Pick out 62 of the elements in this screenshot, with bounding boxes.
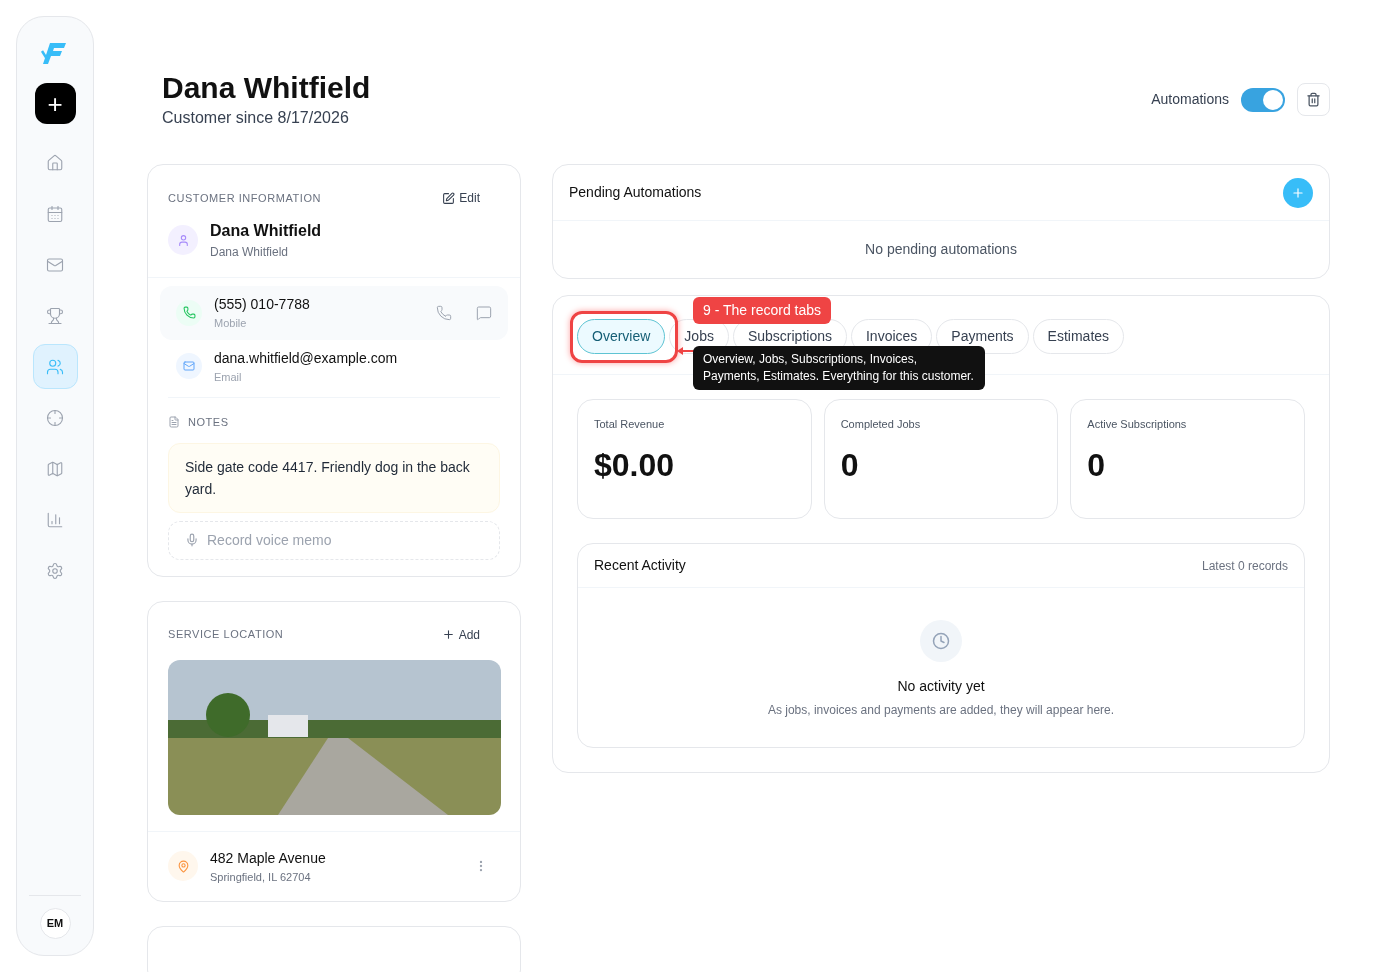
stat-value: 0 [840,445,860,485]
mail-icon [176,353,202,380]
tooltip: Overview, Jobs, Subscriptions, Invoices, Payments, Estimates. Everything for this customer. [693,346,985,390]
microphone-icon [185,533,199,547]
stat-label: Completed Jobs [840,417,922,432]
calendar-icon [46,204,64,223]
add-automation-button[interactable] [1283,177,1313,208]
home-icon [46,153,64,172]
phone-label: Mobile [214,316,248,331]
stat-label: Active Subscriptions [1087,417,1188,432]
trophy-icon [46,306,64,325]
call-icon[interactable] [436,304,452,321]
record-tab[interactable]: Overview [577,319,666,354]
automations-toggle[interactable] [1241,87,1285,112]
map-icon [46,459,64,478]
new-button[interactable]: + [34,83,76,124]
empty-text: No pending automations [865,240,1017,259]
stat-label: Total Revenue [594,417,666,432]
section-heading: SERVICE LOCATION [168,627,284,643]
panel-title: Recent Activity [594,556,686,575]
customer-name: Dana Whitfield [210,221,322,241]
bar-chart-icon [46,510,64,529]
email-label: Email [214,369,243,385]
page-title: Dana Whitfield [162,70,371,106]
add-button[interactable]: Add [441,625,500,644]
mail-icon [46,255,64,274]
callout-arrow [677,346,695,356]
edit-button[interactable]: Edit [442,189,500,207]
crosshair-icon [46,408,64,427]
person-icon [168,225,198,255]
note-icon [168,416,180,429]
delete-button[interactable] [1297,83,1330,116]
users-icon [46,357,64,376]
section-heading: CUSTOMER INFORMATION [168,190,321,206]
trash-icon [1306,92,1321,107]
phone-number: (555) 010-7788 [214,295,311,314]
plus-icon [1291,185,1305,200]
phone-icon [176,299,202,326]
empty-text: As jobs, invoices and payments are added, they will appear here. [767,702,1115,719]
stat-value: 0 [1087,445,1107,485]
records-count: Latest 0 records [1201,557,1288,575]
plus-icon [441,628,455,641]
empty-title: No activity yet [897,677,985,696]
email-address[interactable]: dana.whitfield@example.com [214,347,398,369]
section-heading: NOTES [188,415,229,430]
record-tab[interactable]: Estimates [1032,319,1125,354]
nav-item[interactable] [32,344,78,389]
user-avatar[interactable]: EM [39,908,71,939]
city-line: Springfield, IL 62704 [210,869,312,885]
clock-icon [920,620,962,662]
customer-subname: Dana Whitfield [210,244,290,261]
street-address: 482 Maple Avenue [210,848,327,868]
automations-label: Automations [1151,90,1229,109]
note-text: Side gate code 4417. Friendly dog in the back yard. [168,442,500,513]
panel-title: Pending Automations [569,183,702,202]
message-icon[interactable] [476,304,492,321]
map-pin-icon [168,851,198,882]
callout-label: 9 - The record tabs [693,297,832,324]
settings-icon [46,561,64,580]
edit-icon [442,191,456,205]
stat-value: $0.00 [594,445,676,485]
page-subtitle: Customer since 8/17/2026 [162,108,350,128]
